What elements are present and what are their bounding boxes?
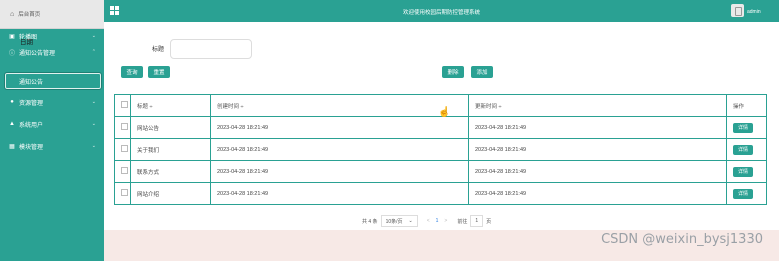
select-all-checkbox[interactable] — [121, 101, 128, 108]
home-link[interactable]: ⌂ 后台首页 — [0, 0, 104, 29]
cell-updated: 2023-04-28 18:21:49 — [468, 182, 727, 205]
row-checkbox[interactable] — [121, 167, 128, 174]
select-all-cell[interactable] — [114, 94, 131, 117]
column-updated[interactable]: 更新时间 ÷ — [468, 94, 727, 117]
sidebar-menu-lower: ● 资源管理 ⌄ ▲ 系统用户 ⌄ ▦ 模块管理 ⌄ — [0, 94, 104, 154]
title-search-input[interactable] — [170, 39, 252, 59]
detail-button[interactable]: 详情 — [733, 166, 753, 177]
sidebar-item-modules[interactable]: ▦ 模块管理 ⌄ — [0, 138, 104, 154]
table-row: 关于我们 2023-04-28 18:21:49 2023-04-28 18:2… — [114, 138, 767, 161]
sidebar-item-label: 模块管理 — [19, 144, 44, 151]
row-checkbox[interactable] — [121, 145, 128, 152]
table-row: 联系方式 2023-04-28 18:21:49 2023-04-28 18:2… — [114, 160, 767, 183]
cell-title: 关于我们 — [130, 138, 211, 161]
chevron-down-icon: ⌄ — [91, 33, 96, 39]
cell-updated: 2023-04-28 18:21:49 — [468, 160, 727, 183]
row-checkbox[interactable] — [121, 189, 128, 196]
cell-title: 网站公告 — [130, 116, 211, 139]
home-label: 后台首页 — [18, 12, 41, 18]
top-header: 欢迎使用校园后期防控管理系统 admin — [104, 0, 779, 22]
row-checkbox[interactable] — [121, 123, 128, 130]
pagination: 共 4 条 10条/页 ⌄ < 1 > 前往 1 页 — [362, 215, 491, 227]
sidebar-item-resources[interactable]: ● 资源管理 ⌄ — [0, 94, 104, 110]
chevron-down-icon: ⌄ — [91, 121, 96, 127]
chevron-down-icon: ⌄ — [91, 99, 96, 105]
goto-suffix: 页 — [486, 218, 492, 225]
cell-created: 2023-04-28 18:21:49 — [210, 116, 469, 139]
pointer-cursor-icon: ☝ — [438, 107, 451, 118]
delete-button[interactable]: 删除 — [442, 66, 464, 78]
sidebar: ⌂ 后台首页 ▣ 轮播图 ⌄ ⓘ 通知公告管理 ⌃ 日期 通知公告 ● 资源管理… — [0, 0, 104, 261]
chevron-down-icon: ⌄ — [408, 218, 413, 224]
avatar[interactable] — [731, 4, 744, 17]
cell-created: 2023-04-28 18:21:49 — [210, 138, 469, 161]
chevron-down-icon: ⌄ — [91, 143, 96, 149]
overlay-date-label: 日期 — [20, 39, 33, 46]
gear-icon: ● — [10, 99, 14, 105]
cell-action: 详情 — [726, 160, 767, 183]
current-page[interactable]: 1 — [436, 218, 439, 224]
goto-label: 前往 — [457, 218, 468, 225]
cell-updated: 2023-04-28 18:21:49 — [468, 138, 727, 161]
detail-button[interactable]: 详情 — [733, 144, 753, 155]
cell-title: 联系方式 — [130, 160, 211, 183]
table-row: 网站公告 2023-04-28 18:21:49 2023-04-28 18:2… — [114, 116, 767, 139]
row-select-cell[interactable] — [114, 138, 131, 161]
sidebar-subitem-label: 通知公告 — [19, 79, 44, 86]
sidebar-item-label: 系统用户 — [19, 122, 44, 129]
title-field-label: 标题 — [152, 47, 165, 53]
cell-created: 2023-04-28 18:21:49 — [210, 182, 469, 205]
sidebar-item-notice-management[interactable]: ⓘ 通知公告管理 ⌃ — [0, 44, 104, 60]
page-title: 欢迎使用校园后期防控管理系统 — [402, 10, 480, 16]
main-content: 标题 查询 重置 删除 添加 标题 ÷ 创建时间 ÷ 更新时间 ÷ 操作 网站公… — [104, 22, 779, 261]
row-select-cell[interactable] — [114, 182, 131, 205]
username[interactable]: admin — [747, 9, 761, 15]
cell-created: 2023-04-28 18:21:49 — [210, 160, 469, 183]
column-created[interactable]: 创建时间 ÷ — [210, 94, 469, 117]
page-size-select[interactable]: 10条/页 ⌄ — [380, 215, 418, 227]
watermark: CSDN @weixin_bysj1330 — [601, 232, 763, 247]
sidebar-item-label: 通知公告管理 — [19, 50, 56, 57]
next-page-button[interactable]: > — [444, 218, 447, 224]
chevron-up-icon: ⌃ — [91, 49, 96, 55]
sidebar-item-users[interactable]: ▲ 系统用户 ⌄ — [0, 116, 104, 132]
home-icon: ⌂ — [10, 10, 15, 18]
sidebar-item-carousel[interactable]: ▣ 轮播图 ⌄ — [0, 28, 104, 44]
table-row: 网站介绍 2023-04-28 18:21:49 2023-04-28 18:2… — [114, 182, 767, 205]
cell-action: 详情 — [726, 138, 767, 161]
info-circle-icon: ⓘ — [8, 50, 15, 57]
cell-action: 详情 — [726, 116, 767, 139]
image-icon: ▣ — [9, 33, 15, 40]
cell-title: 网站介绍 — [130, 182, 211, 205]
user-icon: ▲ — [9, 121, 15, 127]
page-size-value: 10条/页 — [385, 218, 403, 225]
sidebar-item-label: 资源管理 — [19, 100, 44, 107]
reset-button[interactable]: 重置 — [148, 66, 170, 78]
cell-updated: 2023-04-28 18:21:49 — [468, 116, 727, 139]
row-select-cell[interactable] — [114, 160, 131, 183]
detail-button[interactable]: 详情 — [733, 188, 753, 199]
prev-page-button[interactable]: < — [427, 218, 430, 224]
add-button[interactable]: 添加 — [471, 66, 493, 78]
column-actions: 操作 — [726, 94, 767, 117]
grid-icon: ▦ — [9, 143, 15, 150]
column-title[interactable]: 标题 ÷ — [130, 94, 211, 117]
goto-page-input[interactable]: 1 — [470, 215, 484, 227]
row-select-cell[interactable] — [114, 116, 131, 139]
sidebar-menu: ▣ 轮播图 ⌄ ⓘ 通知公告管理 ⌃ — [0, 28, 104, 60]
pagination-total: 共 4 条 — [362, 218, 378, 225]
cell-action: 详情 — [726, 182, 767, 205]
detail-button[interactable]: 详情 — [733, 122, 753, 133]
query-button[interactable]: 查询 — [121, 66, 143, 78]
sidebar-subitem-notice[interactable]: 通知公告 — [4, 72, 102, 90]
